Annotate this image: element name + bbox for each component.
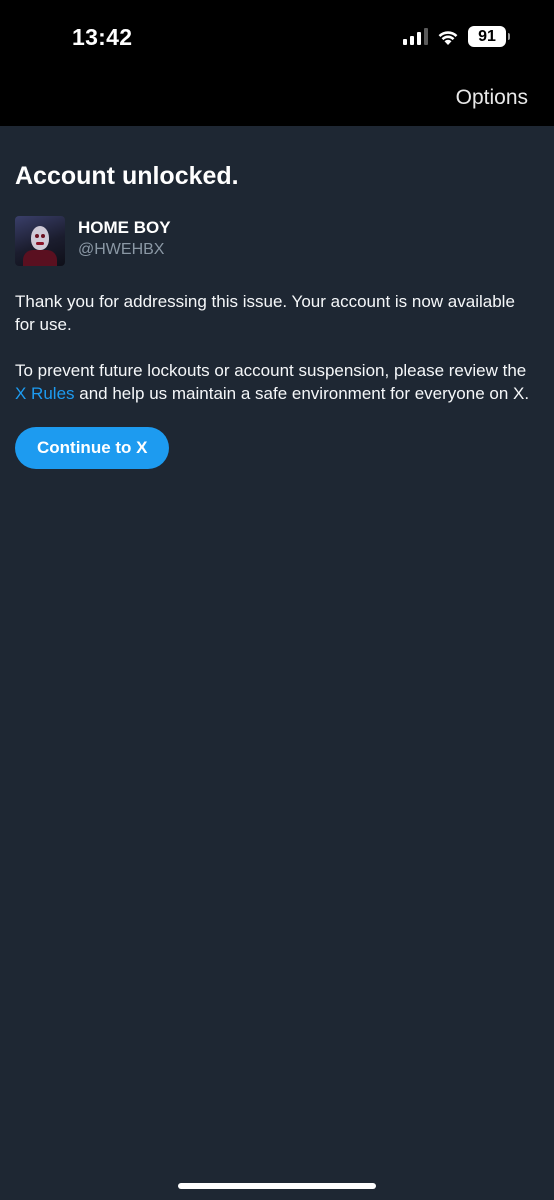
main-content: Account unlocked. HOME BOY @HWEHBX Thank… [15,160,539,469]
options-button[interactable]: Options [456,86,528,110]
user-profile: HOME BOY @HWEHBX [15,216,539,266]
user-handle: @HWEHBX [78,241,165,258]
avatar [15,216,65,266]
wifi-icon [438,30,458,45]
rules-message-text-after: and help us maintain a safe environment … [74,384,530,403]
cellular-signal-icon [403,28,428,45]
status-time: 13:42 [72,24,133,50]
status-icons: 91 [403,26,510,47]
battery-icon: 91 [468,26,510,47]
rules-message-text-before: To prevent future lockouts or account su… [15,361,527,380]
top-bar: 13:42 91 Options [0,0,554,126]
user-names: HOME BOY @HWEHBX [78,218,171,260]
rules-message: To prevent future lockouts or account su… [15,359,539,405]
display-name: HOME BOY [78,218,171,237]
unlock-message: Thank you for addressing this issue. You… [15,292,515,334]
continue-button[interactable]: Continue to X [15,427,170,469]
home-indicator[interactable] [178,1183,376,1189]
page-title: Account unlocked. [15,162,239,190]
x-rules-link[interactable]: X Rules [15,384,75,403]
